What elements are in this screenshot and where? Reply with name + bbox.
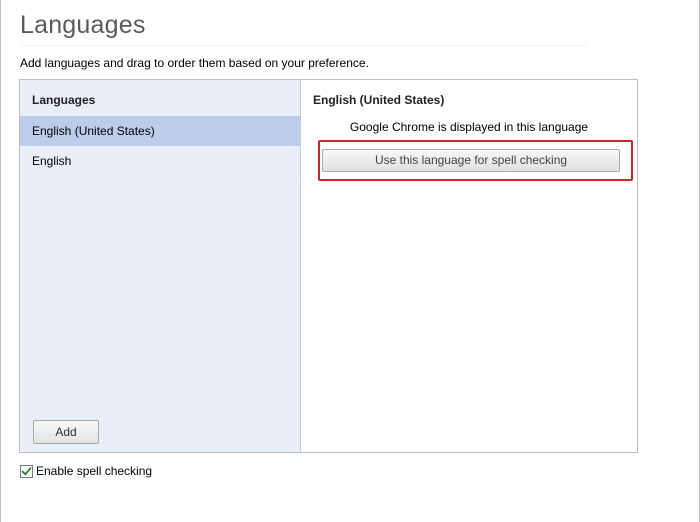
display-language-note: Google Chrome is displayed in this langu… [349,120,589,134]
selected-language-header: English (United States) [313,93,445,107]
enable-spell-checking-label[interactable]: Enable spell checking [36,464,152,478]
page-description: Add languages and drag to order them bas… [20,56,369,70]
language-list: English (United States) English [20,116,300,176]
check-icon [21,466,32,475]
language-list-pane: Languages English (United States) Englis… [20,80,301,452]
use-for-spell-checking-button[interactable]: Use this language for spell checking [322,149,620,172]
enable-spell-checking-row: Enable spell checking [20,464,152,478]
enable-spell-checking-checkbox[interactable] [20,464,33,478]
add-language-button[interactable]: Add [33,420,99,444]
page-title: Languages [20,11,146,39]
languages-panel: Languages English (United States) Englis… [19,79,638,453]
language-item-english-united-states[interactable]: English (United States) [20,116,300,146]
language-details-pane: English (United States) Google Chrome is… [301,80,637,452]
language-item-english[interactable]: English [20,146,300,176]
language-item-label: English [32,154,72,168]
title-divider [20,45,588,46]
language-list-header: Languages [32,93,96,107]
language-item-label: English (United States) [32,124,155,138]
